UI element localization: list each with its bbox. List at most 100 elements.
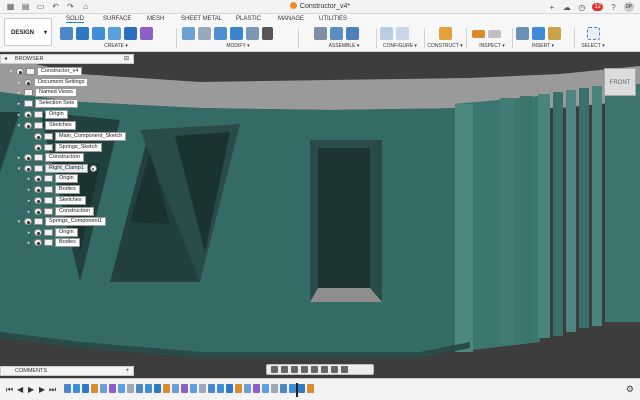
tab-manage[interactable]: MANAGE	[278, 16, 304, 22]
visibility-icon[interactable]	[34, 229, 42, 236]
help-icon[interactable]: ?	[609, 3, 618, 12]
expand-arrow-icon[interactable]: ▸	[16, 90, 22, 96]
timeline-feature[interactable]	[199, 384, 206, 393]
plus-icon[interactable]: +	[547, 3, 556, 12]
tab-utilities[interactable]: UTILITIES	[319, 16, 347, 22]
loft-icon[interactable]	[124, 27, 137, 40]
construct-menu[interactable]: CONSTRUCT ▾	[426, 43, 464, 49]
visibility-icon[interactable]	[24, 111, 32, 118]
visibility-icon[interactable]	[34, 175, 42, 182]
visibility-icon[interactable]	[24, 165, 32, 172]
add-comment-icon[interactable]: +	[125, 367, 129, 375]
move-icon[interactable]	[262, 27, 273, 40]
expand-arrow-icon[interactable]: ▸	[26, 240, 32, 246]
expand-arrow-icon[interactable]: ▾	[8, 69, 14, 75]
tree-node-document-settings[interactable]: ▸ Document Settings	[16, 78, 89, 87]
tree-node-root[interactable]: ▾ Constructor_v4	[8, 67, 83, 76]
insert-menu[interactable]: INSERT ▾	[516, 43, 570, 49]
visibility-icon[interactable]	[34, 197, 42, 204]
notification-badge[interactable]: 12	[592, 3, 603, 11]
timeline-feature[interactable]	[244, 384, 251, 393]
timeline-feature[interactable]	[73, 384, 80, 393]
timeline-feature[interactable]	[91, 384, 98, 393]
expand-arrow-icon[interactable]: ▸	[26, 187, 32, 193]
timeline-feature[interactable]	[226, 384, 233, 393]
visibility-icon[interactable]	[34, 208, 42, 215]
view-cube[interactable]: FRONT	[604, 68, 636, 96]
tab-sheet-metal[interactable]: SHEET METAL	[181, 16, 222, 22]
tree-node-right-clamp-sketches[interactable]: ▸ Sketches	[26, 196, 86, 205]
timeline-feature[interactable]	[217, 384, 224, 393]
avatar[interactable]: DP	[624, 2, 634, 12]
workspace-switcher[interactable]: DESIGN ▾	[4, 18, 52, 46]
select-icon[interactable]	[586, 27, 600, 40]
tab-mesh[interactable]: MESH	[147, 16, 164, 22]
insert-mcmaster-icon[interactable]	[548, 27, 561, 40]
tree-node-named-views[interactable]: ▸ Named Views	[16, 88, 77, 97]
tree-node-right-clamp-bodies[interactable]: ▸ Bodies	[26, 185, 80, 194]
timeline-feature[interactable]	[181, 384, 188, 393]
sweep-icon[interactable]	[108, 27, 121, 40]
viewports-icon[interactable]	[341, 366, 348, 373]
comments-panel[interactable]: COMMENTS +	[0, 366, 134, 376]
timeline-feature[interactable]	[262, 384, 269, 393]
visibility-icon[interactable]	[24, 218, 32, 225]
timeline-feature[interactable]	[136, 384, 143, 393]
visibility-icon[interactable]	[16, 68, 24, 75]
grid-settings-icon[interactable]	[331, 366, 338, 373]
inspect-menu[interactable]: INSPECT ▾	[472, 43, 512, 49]
fillet-icon[interactable]	[198, 27, 211, 40]
timeline-feature[interactable]	[154, 384, 161, 393]
cloud-icon[interactable]: ☁	[562, 3, 571, 12]
configure-menu[interactable]: CONFIGURE ▾	[380, 43, 420, 49]
extrude-icon[interactable]	[76, 27, 89, 40]
visibility-icon[interactable]	[24, 154, 32, 161]
modify-menu[interactable]: MODIFY ▾	[182, 43, 294, 49]
measure-icon[interactable]	[472, 29, 485, 38]
as-built-joint-icon[interactable]	[330, 27, 343, 40]
tree-node-sketches[interactable]: ▾ Sketches	[16, 121, 76, 130]
tree-node-origin[interactable]: ▸ Origin	[16, 110, 68, 119]
timeline-feature[interactable]	[235, 384, 242, 393]
tab-solid[interactable]: SOLID	[66, 16, 85, 23]
offset-plane-icon[interactable]	[438, 27, 452, 40]
joint-origin-icon[interactable]	[346, 27, 359, 40]
play-icon[interactable]: ▶	[28, 385, 34, 394]
tree-node-construction[interactable]: ▸ Construction	[16, 153, 84, 162]
tree-node-right-clamp-origin[interactable]: ▸ Origin	[26, 174, 78, 183]
tree-node-springs-sketch[interactable]: Springs_Sketch	[26, 143, 102, 152]
go-to-start-icon[interactable]: ⏮	[6, 385, 13, 395]
expand-arrow-icon[interactable]: ▸	[26, 209, 32, 215]
joint-icon[interactable]	[314, 27, 327, 40]
visibility-icon[interactable]	[34, 133, 42, 140]
zoom-icon[interactable]	[301, 366, 308, 373]
timeline-feature[interactable]	[145, 384, 152, 393]
step-back-icon[interactable]: ◀	[17, 385, 23, 394]
table-icon[interactable]	[396, 27, 409, 40]
combine-icon[interactable]	[246, 27, 259, 40]
visibility-icon[interactable]	[24, 122, 32, 129]
press-pull-icon[interactable]	[182, 27, 195, 40]
expand-arrow-icon[interactable]: ▾	[16, 219, 22, 225]
timeline-feature[interactable]	[100, 384, 107, 393]
tree-node-springs-bodies[interactable]: ▸ Bodies	[26, 238, 80, 247]
timeline-feature[interactable]	[127, 384, 134, 393]
expand-arrow-icon[interactable]: ▾	[16, 166, 22, 172]
browser-header[interactable]: ◂ BROWSER ⊟	[0, 54, 134, 64]
clock-icon[interactable]: ◷	[577, 3, 586, 12]
timeline-feature[interactable]	[109, 384, 116, 393]
pan-icon[interactable]	[291, 366, 298, 373]
go-to-end-icon[interactable]: ⏭	[49, 385, 56, 395]
visibility-icon[interactable]	[34, 144, 42, 151]
timeline-feature[interactable]	[271, 384, 278, 393]
create-menu[interactable]: CREATE ▾	[60, 43, 172, 49]
timeline-marker[interactable]	[296, 383, 298, 397]
orbit-icon[interactable]	[271, 366, 278, 373]
display-settings-icon[interactable]	[321, 366, 328, 373]
interference-icon[interactable]	[488, 29, 501, 38]
new-component-icon[interactable]	[60, 27, 73, 40]
look-at-icon[interactable]	[281, 366, 288, 373]
timeline-feature[interactable]	[118, 384, 125, 393]
expand-arrow-icon[interactable]: ▾	[16, 123, 22, 129]
tree-node-springs-origin[interactable]: ▸ Origin	[26, 228, 78, 237]
